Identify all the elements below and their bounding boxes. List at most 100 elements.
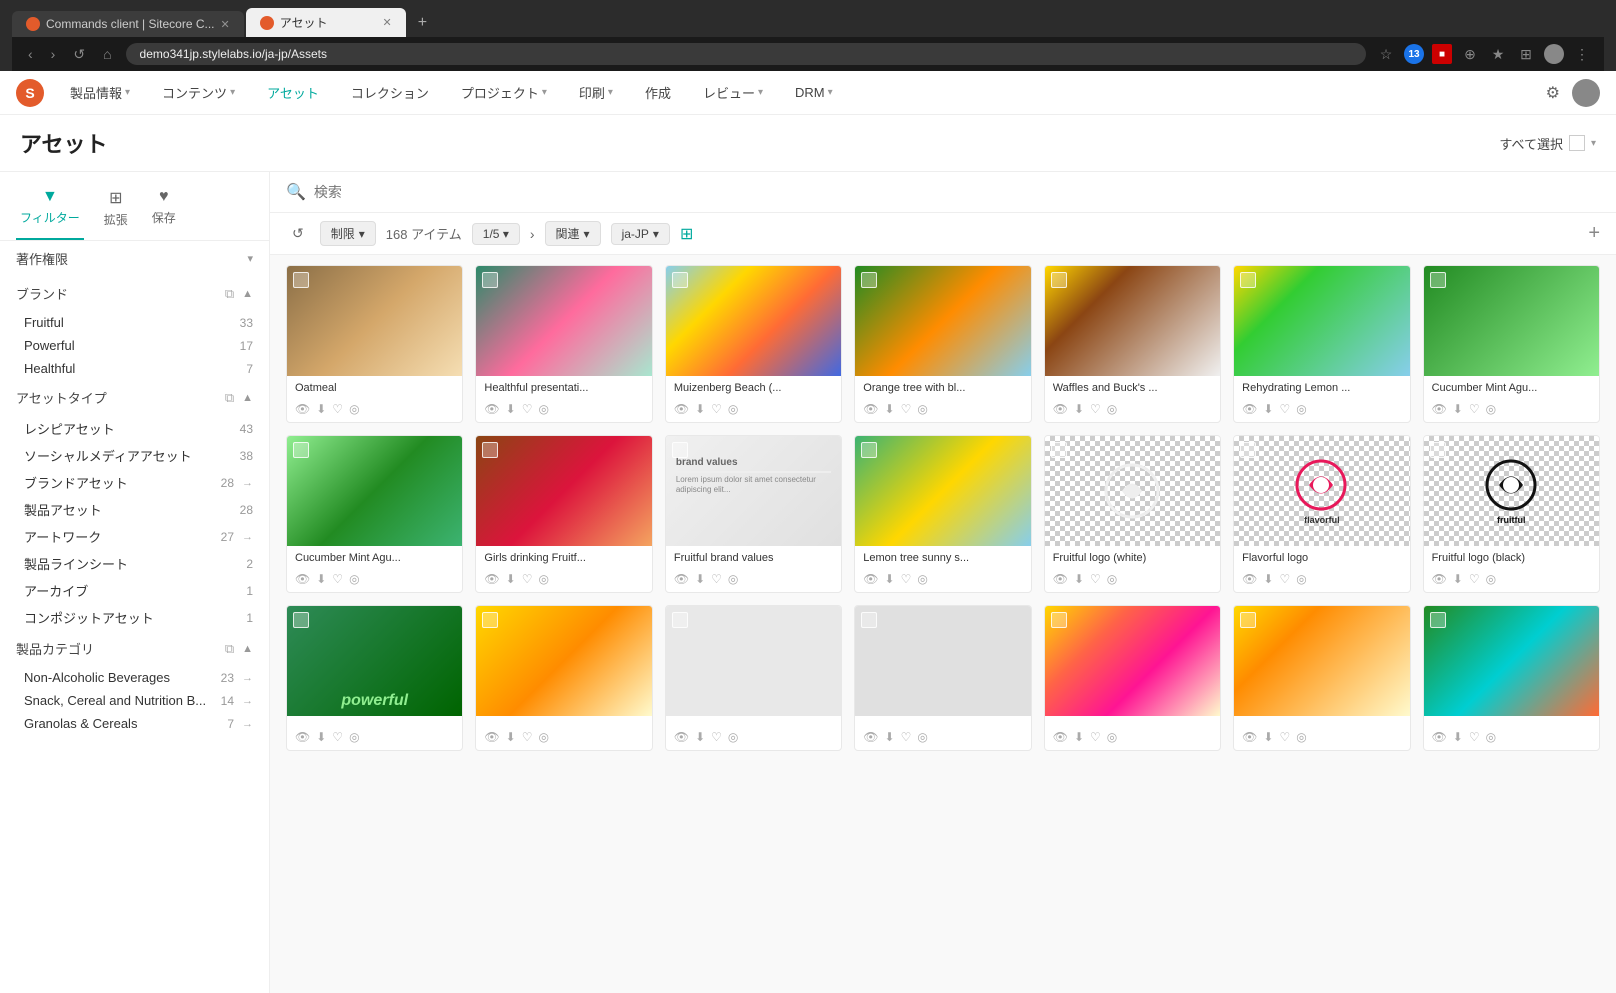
view-icon-lemon[interactable]: 👁 [1242,402,1257,416]
block-icon-beach[interactable]: ◎ [728,402,738,416]
view-icon-citrus[interactable]: 👁 [1053,730,1068,744]
asset-card-doc2[interactable]: 👁 ⬇ ♡ ◎ [854,605,1031,751]
grid-view-button[interactable]: ⊞ [680,224,693,244]
like-icon-powerful[interactable]: ♡ [332,730,343,744]
like-icon-waffles[interactable]: ♡ [1090,402,1101,416]
block-icon-tropical-scene[interactable]: ◎ [1486,730,1496,744]
bookmark-icon[interactable]: ☆ [1376,44,1396,64]
browser-tab-2[interactable]: アセット ✕ [246,8,406,37]
block-icon-lemon-tree[interactable]: ◎ [917,572,927,586]
like-icon-flavorful-logo[interactable]: ♡ [1279,572,1290,586]
like-icon-tropical-scene[interactable]: ♡ [1469,730,1480,744]
view-icon-cocktail[interactable]: 👁 [484,730,499,744]
block-icon-doc2[interactable]: ◎ [917,730,927,744]
nav-item-products[interactable]: 製品情報 ▾ [64,79,136,106]
asset-checkbox-doc2[interactable] [861,612,877,628]
asset-card-cucumber2[interactable]: Cucumber Mint Agu... 👁 ⬇ ♡ ◎ [286,435,463,593]
section-header-category[interactable]: 製品カテゴリ ⧉ ▲ [0,631,269,666]
extension-icon-4[interactable]: ⊞ [1516,44,1536,64]
like-icon-girls[interactable]: ♡ [522,572,533,586]
asset-checkbox-beach[interactable] [672,272,688,288]
extension-icon-3[interactable]: ★ [1488,44,1508,64]
asset-card-lemon[interactable]: Rehydrating Lemon ... 👁 ⬇ ♡ ◎ [1233,265,1410,423]
block-icon-cocktail[interactable]: ◎ [538,730,548,744]
asset-checkbox-healthful[interactable] [482,272,498,288]
download-icon-citrus[interactable]: ⬇ [1074,730,1084,744]
asset-checkbox-powerful[interactable] [293,612,309,628]
view-icon-brand-values[interactable]: 👁 [674,572,689,586]
assettype-external-icon[interactable]: ⧉ [225,390,234,406]
block-icon-fruitful-black[interactable]: ◎ [1486,572,1496,586]
add-button[interactable]: + [1588,222,1600,245]
download-icon-orange[interactable]: ⬇ [885,402,895,416]
category-external-icon[interactable]: ⧉ [225,641,234,657]
user-avatar[interactable] [1572,79,1600,107]
like-icon-brand-values[interactable]: ♡ [711,572,722,586]
like-icon-healthful[interactable]: ♡ [522,402,533,416]
asset-card-orange[interactable]: Orange tree with bl... 👁 ⬇ ♡ ◎ [854,265,1031,423]
asset-checkbox-girls[interactable] [482,442,498,458]
profile-icon-13[interactable]: 13 [1404,44,1424,64]
like-icon-lemon[interactable]: ♡ [1279,402,1290,416]
tab-close-2[interactable]: ✕ [383,16,392,29]
nav-item-contents[interactable]: コンテンツ ▾ [156,79,241,106]
block-icon-cucumber1[interactable]: ◎ [1486,402,1496,416]
download-icon-cucumber1[interactable]: ⬇ [1453,402,1463,416]
filter-item-social[interactable]: ソーシャルメディアアセット 38 [0,442,269,469]
select-all-button[interactable]: すべて選択 ▾ [1499,134,1596,153]
download-icon-logo-white[interactable]: ⬇ [1074,572,1084,586]
like-icon-doc2[interactable]: ♡ [901,730,912,744]
section-header-copyright[interactable]: 著作権限 ▾ [0,241,269,276]
view-icon-cucumber2[interactable]: 👁 [295,572,310,586]
address-input[interactable] [126,43,1366,65]
block-icon-powerful[interactable]: ◎ [349,730,359,744]
asset-card-cucumber1[interactable]: Cucumber Mint Agu... 👁 ⬇ ♡ ◎ [1423,265,1600,423]
download-icon-tropical-scene[interactable]: ⬇ [1453,730,1463,744]
block-icon-doc1[interactable]: ◎ [728,730,738,744]
like-icon-cucumber2[interactable]: ♡ [332,572,343,586]
brand-external-icon[interactable]: ⧉ [225,286,234,302]
filter-item-artwork[interactable]: アートワーク 27 → [0,523,269,550]
download-icon-healthful[interactable]: ⬇ [506,402,516,416]
asset-checkbox-fruitful-black[interactable] [1430,442,1446,458]
asset-card-beach[interactable]: Muizenberg Beach (... 👁 ⬇ ♡ ◎ [665,265,842,423]
browser-tab-1[interactable]: Commands client | Sitecore C... ✕ [12,11,244,37]
asset-card-citrus[interactable]: 👁 ⬇ ♡ ◎ [1044,605,1221,751]
settings-button[interactable]: ⚙ [1546,83,1560,103]
filter-item-product-asset[interactable]: 製品アセット 28 [0,496,269,523]
download-icon-lemon-tree[interactable]: ⬇ [885,572,895,586]
asset-checkbox-tropical-scene[interactable] [1430,612,1446,628]
block-icon-cucumber2[interactable]: ◎ [349,572,359,586]
filter-item-composite[interactable]: コンポジットアセット 1 [0,604,269,631]
block-icon-brand-values[interactable]: ◎ [728,572,738,586]
asset-card-oatmeal[interactable]: Oatmeal 👁 ⬇ ♡ ◎ [286,265,463,423]
asset-card-cocktail[interactable]: 👁 ⬇ ♡ ◎ [475,605,652,751]
like-icon-beach[interactable]: ♡ [711,402,722,416]
block-icon-oatmeal[interactable]: ◎ [349,402,359,416]
asset-checkbox-cucumber1[interactable] [1430,272,1446,288]
asset-card-flavorful-logo[interactable]: flavorful Flavorful logo 👁 ⬇ ♡ ◎ [1233,435,1410,593]
asset-card-doc1[interactable]: 👁 ⬇ ♡ ◎ [665,605,842,751]
filter-item-snack[interactable]: Snack, Cereal and Nutrition B... 14 → [0,689,269,712]
view-icon-logo-white[interactable]: 👁 [1053,572,1068,586]
next-page-button[interactable]: › [530,226,535,242]
view-icon-cucumber1[interactable]: 👁 [1432,402,1447,416]
sidebar-tab-filter[interactable]: ▼ フィルター [16,182,84,240]
download-icon-oatmeal[interactable]: ⬇ [316,402,326,416]
asset-checkbox-lemon[interactable] [1240,272,1256,288]
filter-item-archive[interactable]: アーカイブ 1 [0,577,269,604]
view-icon-waffles[interactable]: 👁 [1053,402,1068,416]
nav-item-drm[interactable]: DRM ▾ [789,81,839,104]
extension-icon-2[interactable]: ⊕ [1460,44,1480,64]
nav-item-collections[interactable]: コレクション [345,79,435,106]
asset-card-tropical-scene[interactable]: 👁 ⬇ ♡ ◎ [1423,605,1600,751]
asset-card-lemon-tree[interactable]: Lemon tree sunny s... 👁 ⬇ ♡ ◎ [854,435,1031,593]
filter-item-fruitful[interactable]: Fruitful 33 [0,311,269,334]
locale-button[interactable]: ja-JP ▾ [611,223,670,245]
block-icon-logo-white[interactable]: ◎ [1107,572,1117,586]
like-icon-fruitful-black[interactable]: ♡ [1469,572,1480,586]
restrict-button[interactable]: 制限 ▾ [320,221,376,246]
asset-card-healthful[interactable]: Healthful presentati... 👁 ⬇ ♡ ◎ [475,265,652,423]
sidebar-tab-save[interactable]: ♥ 保存 [148,182,180,240]
extension-icon-1[interactable]: ■ [1432,44,1452,64]
